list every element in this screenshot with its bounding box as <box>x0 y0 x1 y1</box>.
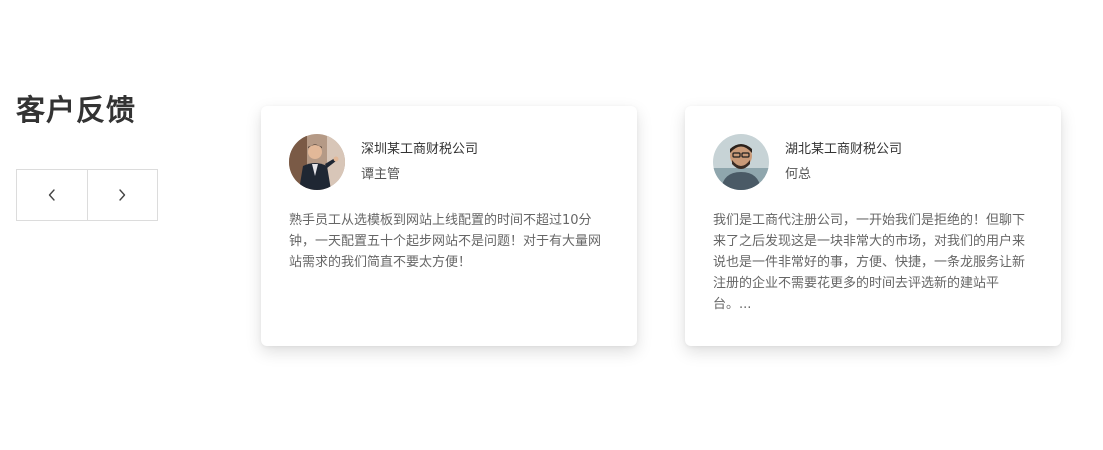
testimonial-card: 湖北某工商财税公司 何总 我们是工商代注册公司，一开始我们是拒绝的！但聊下来了之… <box>685 106 1061 346</box>
prev-button[interactable] <box>17 170 87 220</box>
company-name: 湖北某工商财税公司 <box>785 141 903 157</box>
chevron-left-icon <box>47 188 57 202</box>
testimonial-quote: 熟手员工从选模板到网站上线配置的时间不超过10分钟，一天配置五十个起步网站不是问… <box>289 213 602 270</box>
person-name: 何总 <box>785 166 812 182</box>
carousel-nav <box>16 169 158 221</box>
avatar <box>289 134 345 190</box>
section-title: 客户反馈 <box>16 93 137 127</box>
testimonial-quote: 我们是工商代注册公司，一开始我们是拒绝的！但聊下来了之后发现这是一块非常大的市场… <box>713 213 1026 312</box>
customer-feedback-section: 客户反馈 深圳某工商财税公司 谭主管 熟手员工从选模板到网站上线配置的时间不超过… <box>0 0 1103 450</box>
chevron-right-icon <box>117 188 127 202</box>
next-button[interactable] <box>86 170 157 220</box>
company-name: 深圳某工商财税公司 <box>361 141 479 157</box>
testimonial-card: 深圳某工商财税公司 谭主管 熟手员工从选模板到网站上线配置的时间不超过10分钟，… <box>261 106 637 346</box>
avatar <box>713 134 769 190</box>
person-name: 谭主管 <box>361 166 401 182</box>
